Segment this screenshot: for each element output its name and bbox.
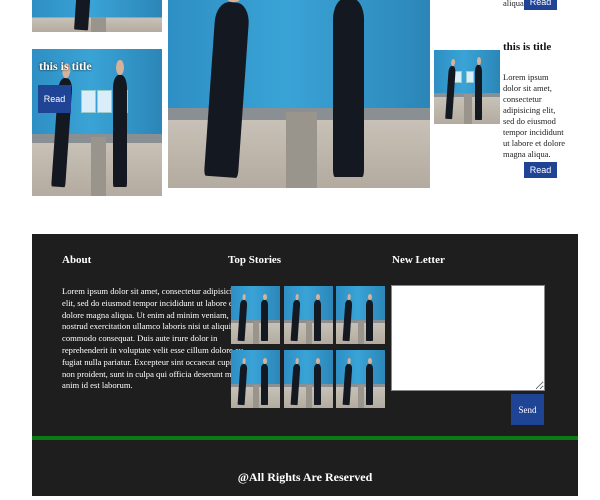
featured-image	[168, 0, 430, 188]
article-image-top-left	[32, 0, 162, 32]
read-button-side[interactable]: Read	[524, 162, 557, 178]
footer: About Lorem ipsum dolor sit amet, consec…	[32, 234, 578, 496]
copyright-text: @All Rights Are Reserved	[237, 470, 373, 484]
story-thumbnail[interactable]	[336, 350, 385, 408]
newsletter-heading: New Letter	[392, 254, 445, 266]
side-text-fragment: aliqua.	[503, 0, 526, 8]
side-text: Lorem ipsum dolor sit amet, consectetur …	[503, 72, 566, 159]
story-thumbnail[interactable]	[231, 286, 280, 344]
read-button[interactable]: Read	[38, 85, 71, 113]
send-button[interactable]: Send	[511, 394, 544, 425]
article-image-side	[434, 50, 500, 124]
story-thumbnail[interactable]	[284, 286, 333, 344]
side-title: this is title	[503, 41, 552, 53]
footer-divider	[32, 436, 578, 440]
about-heading: About	[62, 254, 92, 266]
read-button-top[interactable]: Read	[524, 0, 557, 10]
story-thumbnail[interactable]	[336, 286, 385, 344]
about-text: Lorem ipsum dolor sit amet, consectetur …	[62, 286, 256, 391]
newsletter-textarea[interactable]	[391, 285, 545, 391]
card-title: this is title	[39, 59, 92, 73]
story-thumbnail[interactable]	[284, 350, 333, 408]
story-thumbnail[interactable]	[231, 350, 280, 408]
top-stories-heading: Top Stories	[228, 254, 282, 266]
